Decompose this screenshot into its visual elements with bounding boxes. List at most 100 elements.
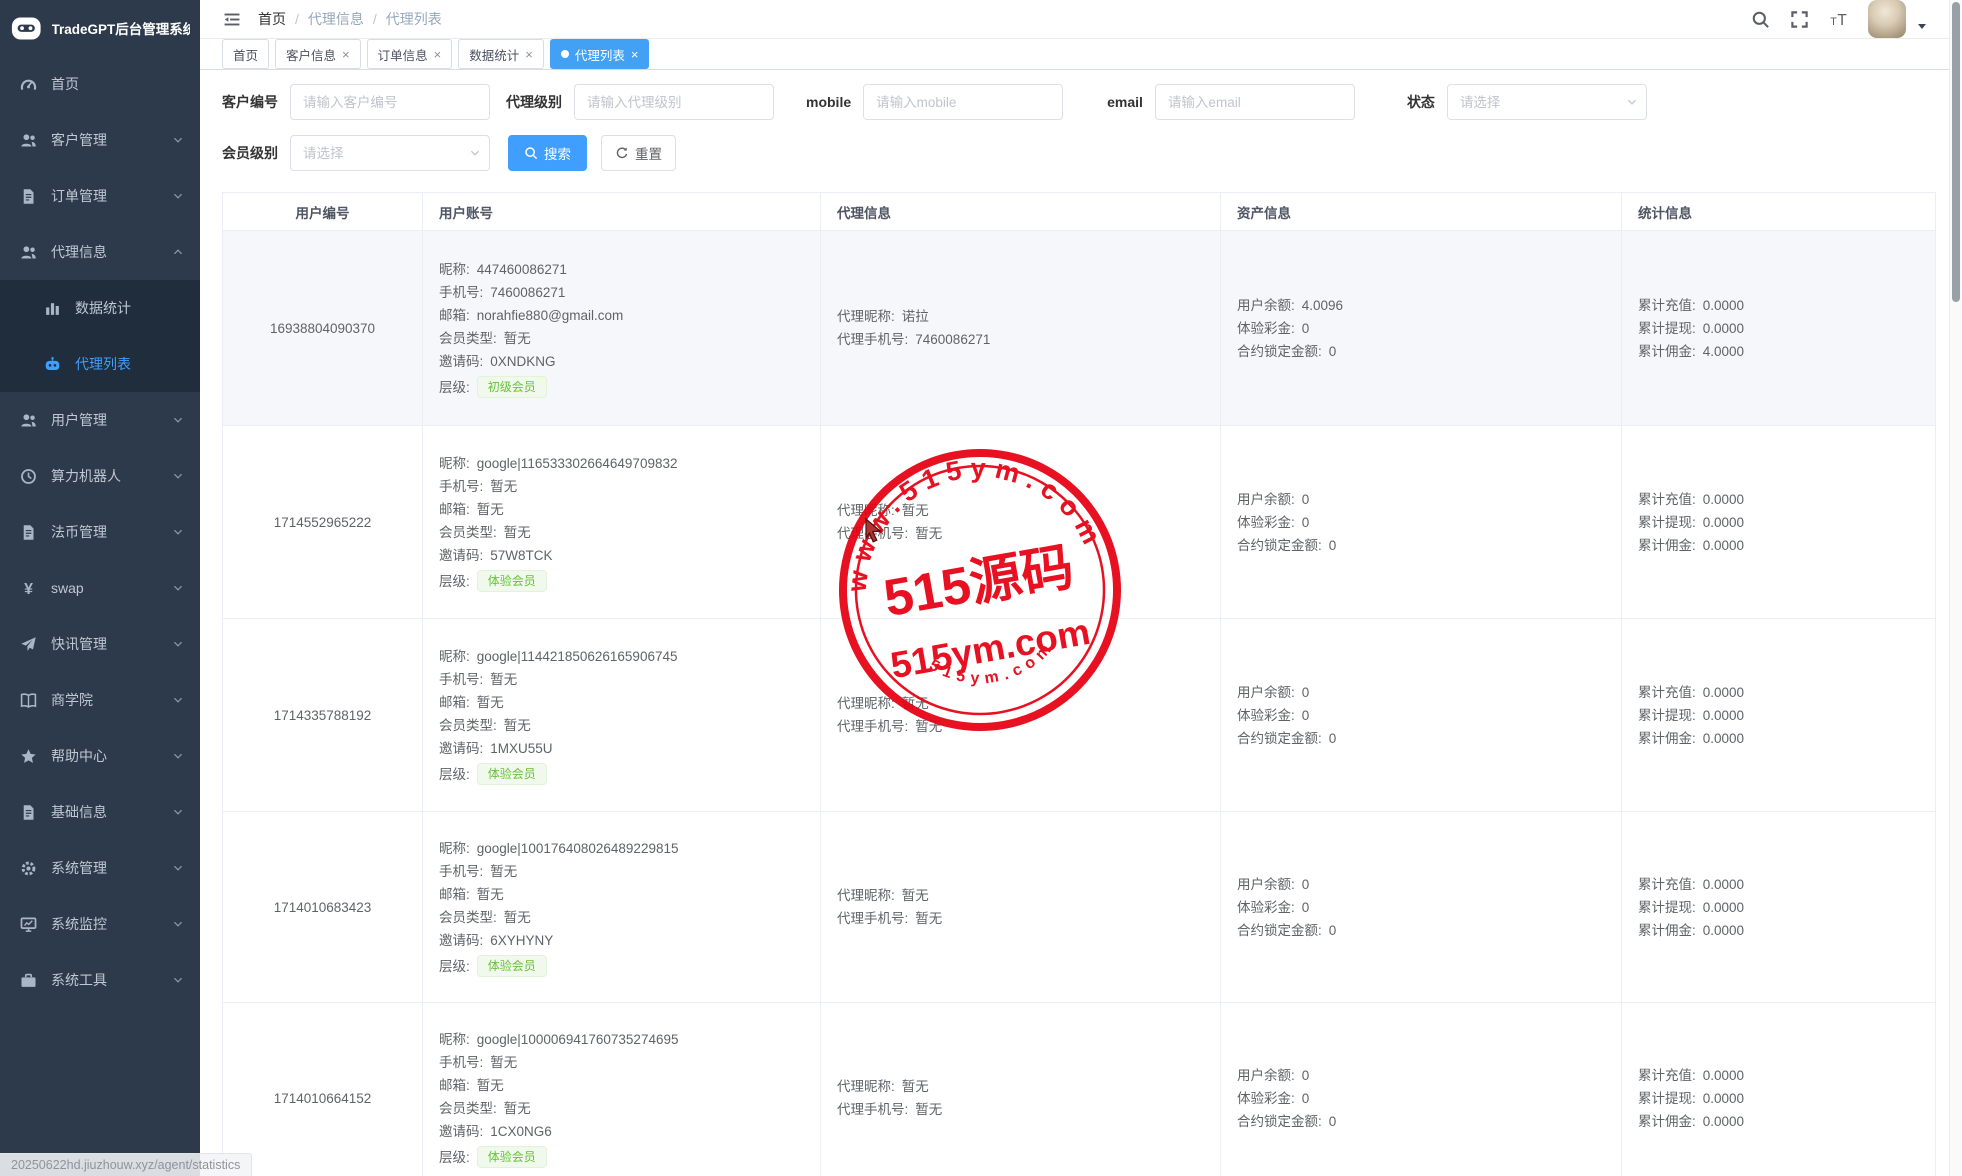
reset-button-label: 重置 (635, 143, 662, 163)
email-input[interactable] (1155, 84, 1355, 120)
close-icon[interactable]: × (342, 48, 350, 61)
search-button[interactable]: 搜索 (508, 135, 587, 171)
field-label: 邀请码: (439, 737, 483, 760)
toolbox-icon (20, 972, 37, 989)
breadcrumb: 首页 / 代理信息 / 代理列表 (258, 9, 442, 29)
reset-button[interactable]: 重置 (601, 135, 676, 171)
field-label: 昵称: (439, 258, 470, 281)
breadcrumb-home[interactable]: 首页 (258, 9, 286, 29)
field-value: 0 (1302, 873, 1310, 896)
scrollbar-thumb[interactable] (1952, 2, 1960, 302)
user-account-cell: 昵称:447460086271 手机号:7460086271 邮箱:norahf… (423, 231, 821, 425)
field-label: 邀请码: (439, 350, 483, 373)
sidebar-item-label: 快讯管理 (51, 634, 172, 654)
sidebar-item-mining-robot[interactable]: 算力机器人 (0, 448, 200, 504)
avatar-caret-icon[interactable] (1918, 24, 1926, 29)
sidebar-item-system-mgmt[interactable]: 系统管理 (0, 840, 200, 896)
font-size-icon[interactable]: T T (1829, 10, 1848, 29)
sidebar-item-label: 系统监控 (51, 914, 172, 934)
sidebar-item-label: 客户管理 (51, 130, 172, 150)
clock-icon (20, 468, 37, 485)
sidebar-item-customers[interactable]: 客户管理 (0, 112, 200, 168)
level-badge: 初级会员 (477, 376, 547, 398)
user-account-cell: 昵称:google|116533302664649709832 手机号:暂无 邮… (423, 426, 821, 618)
table-row: 1714010664152 昵称:google|1000069417607352… (223, 1003, 1935, 1176)
field-label: 累计提现: (1638, 704, 1696, 727)
member-level-select[interactable] (290, 135, 490, 171)
filter-mobile: mobile (806, 84, 1063, 120)
sidebar-item-users[interactable]: 用户管理 (0, 392, 200, 448)
field-value: 4.0096 (1302, 294, 1343, 317)
table-row: 16938804090370 昵称:447460086271 手机号:74600… (223, 231, 1935, 426)
document-icon (20, 524, 37, 541)
field-value: 0.0000 (1703, 1110, 1744, 1133)
sidebar-fold-icon[interactable] (222, 11, 242, 28)
field-label: 代理手机号: (837, 522, 908, 545)
tab-agent-list[interactable]: 代理列表 × (550, 39, 650, 69)
filter-label: 状态 (1407, 92, 1435, 112)
level-badge: 体验会员 (477, 763, 547, 785)
user-avatar[interactable] (1868, 0, 1906, 38)
asset-info-cell: 用户余额:0 体验彩金:0 合约锁定金额:0 (1221, 812, 1622, 1002)
search-icon[interactable] (1751, 10, 1770, 29)
field-label: 合约锁定金额: (1237, 534, 1322, 557)
mobile-input[interactable] (863, 84, 1063, 120)
field-label: 合约锁定金额: (1237, 340, 1322, 363)
filter-row-2: 会员级别 搜索 重置 (222, 135, 1940, 171)
app-root: TradeGPT后台管理系统 首页 客户管理 订单管理 代理信息 (0, 0, 1962, 1176)
gauge-icon (20, 76, 37, 93)
sidebar-item-business-school[interactable]: 商学院 (0, 672, 200, 728)
sidebar-item-fiat[interactable]: 法币管理 (0, 504, 200, 560)
agent-level-input[interactable] (574, 84, 774, 120)
field-label: 用户余额: (1237, 488, 1295, 511)
tab-data-stats[interactable]: 数据统计 × (458, 39, 544, 69)
sidebar-item-label: 系统工具 (51, 970, 172, 990)
fullscreen-icon[interactable] (1790, 10, 1809, 29)
sidebar-item-data-stats[interactable]: 数据统计 (0, 280, 200, 336)
sidebar-item-label: 算力机器人 (51, 466, 172, 486)
tab-customer-info[interactable]: 客户信息 × (275, 39, 361, 69)
close-icon[interactable]: × (434, 48, 442, 61)
sidebar-item-system-tools[interactable]: 系统工具 (0, 952, 200, 1008)
field-value: google|116533302664649709832 (477, 452, 678, 475)
chevron-down-icon (172, 750, 184, 762)
sidebar-item-swap[interactable]: ¥ swap (0, 560, 200, 616)
field-label: 手机号: (439, 1051, 483, 1074)
sidebar-item-news[interactable]: 快讯管理 (0, 616, 200, 672)
field-label: 邮箱: (439, 883, 470, 906)
stat-info-cell: 累计充值:0.0000 累计提现:0.0000 累计佣金:0.0000 (1622, 426, 1935, 618)
close-icon[interactable]: × (525, 48, 533, 61)
tab-home[interactable]: 首页 (222, 39, 269, 69)
field-label: 邮箱: (439, 304, 470, 327)
field-value: 暂无 (504, 327, 531, 350)
tab-label: 订单信息 (378, 45, 428, 64)
sidebar-item-agent-list[interactable]: 代理列表 (0, 336, 200, 392)
sidebar-item-basic-info[interactable]: 基础信息 (0, 784, 200, 840)
status-select-input[interactable] (1447, 84, 1647, 120)
sidebar-item-label: 代理列表 (75, 354, 184, 374)
filter-member-level: 会员级别 (222, 135, 490, 171)
sidebar-item-agent-info[interactable]: 代理信息 (0, 224, 200, 280)
sidebar-item-orders[interactable]: 订单管理 (0, 168, 200, 224)
users-icon (20, 244, 37, 261)
sidebar-item-system-monitor[interactable]: 系统监控 (0, 896, 200, 952)
customer-id-input[interactable] (290, 84, 490, 120)
filter-row-1: 客户编号 代理级别 mobile email 状态 (222, 84, 1940, 120)
field-label: 邮箱: (439, 691, 470, 714)
chevron-down-icon (172, 190, 184, 202)
close-icon[interactable]: × (631, 48, 639, 61)
field-value: 0.0000 (1703, 488, 1744, 511)
sidebar: TradeGPT后台管理系统 首页 客户管理 订单管理 代理信息 (0, 0, 200, 1176)
tab-order-info[interactable]: 订单信息 × (367, 39, 453, 69)
field-value: 暂无 (490, 860, 517, 883)
app-logo: TradeGPT后台管理系统 (0, 0, 200, 56)
status-select[interactable] (1447, 84, 1647, 120)
sidebar-item-label: swap (51, 580, 172, 596)
field-value: 0 (1302, 1064, 1310, 1087)
sidebar-item-home[interactable]: 首页 (0, 56, 200, 112)
search-icon (524, 146, 538, 160)
sidebar-item-label: 商学院 (51, 690, 172, 710)
user-id-cell: 1714010664152 (223, 1003, 423, 1176)
sidebar-item-help-center[interactable]: 帮助中心 (0, 728, 200, 784)
member-level-select-input[interactable] (290, 135, 490, 171)
